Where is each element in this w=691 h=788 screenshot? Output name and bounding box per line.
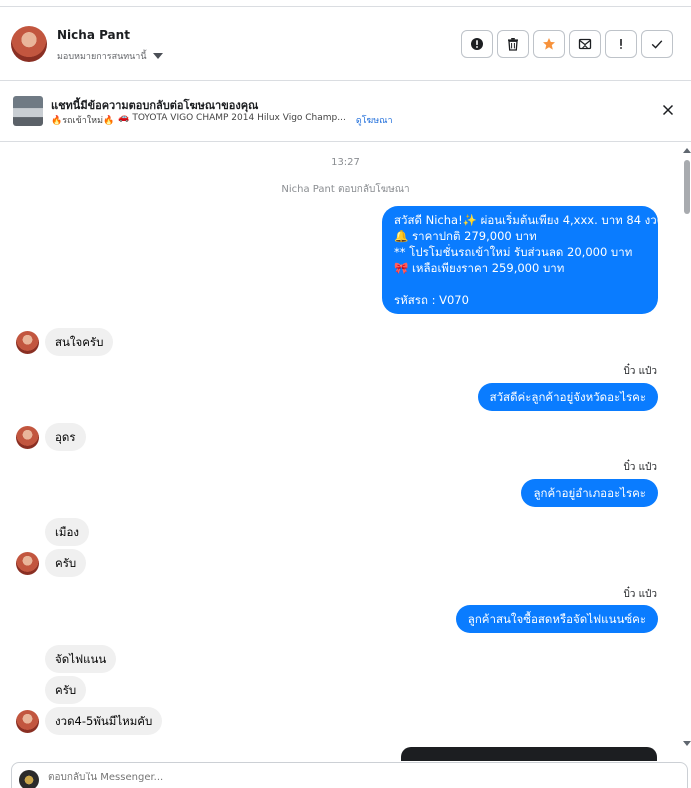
scroll-up-arrow-icon[interactable] xyxy=(683,148,691,153)
alert-circle-icon xyxy=(471,38,483,50)
star-button[interactable] xyxy=(533,30,565,58)
header-actions xyxy=(461,30,673,58)
agent-name: บิ๋ว แป๋ว xyxy=(623,462,657,473)
contact-name[interactable]: Nicha Pant xyxy=(57,28,130,42)
close-banner-button[interactable] xyxy=(659,101,677,119)
outgoing-message: ลูกค้าอยู่อำเภออะไรคะ xyxy=(521,479,658,507)
assign-label: มอบหมายการสนทนานี้ xyxy=(57,52,147,62)
scroll-down-arrow-icon[interactable] xyxy=(683,741,691,746)
ad-auto-message: สวัสดี Nicha!✨ ผ่อนเริ่มต้นเพียง 4,xxx. … xyxy=(382,206,665,314)
message-composer[interactable] xyxy=(11,762,688,788)
incoming-message: อุดร xyxy=(45,423,86,451)
ad-thumbnail[interactable] xyxy=(13,96,43,126)
contact-avatar-small xyxy=(16,331,39,354)
incoming-message: จัดไฟแนน xyxy=(45,645,117,673)
outgoing-message: ลูกค้าสนใจซื้อสดหรือจัดไฟแนนซ์คะ xyxy=(455,605,658,633)
ad-message-line: รหัสรถ : V070 xyxy=(394,293,469,307)
ad-message-line: 🎀 เหลือเพียงราคา 259,000 บาท xyxy=(394,261,565,275)
agent-name: บิ๋ว แป๋ว xyxy=(623,366,657,377)
reply-input[interactable] xyxy=(48,772,648,783)
mark-unread-button[interactable] xyxy=(569,30,601,58)
scrollbar[interactable] xyxy=(683,147,691,747)
ad-reply-note: Nicha Pant ตอบกลับโฆษณา xyxy=(281,184,410,195)
contact-avatar[interactable] xyxy=(11,26,47,62)
incoming-message: ครับ xyxy=(45,676,87,704)
contact-avatar-small xyxy=(16,426,39,449)
assign-conversation-dropdown[interactable]: มอบหมายการสนทนานี้ xyxy=(57,49,163,63)
incoming-message: สนใจครับ xyxy=(45,328,114,356)
view-ad-link[interactable]: ดูโฆษณา xyxy=(356,113,393,127)
close-icon xyxy=(662,104,674,116)
message-thread: 13:27 Nicha Pant ตอบกลับโฆษณา สวัสดี Nic… xyxy=(0,143,691,758)
ad-message-line: 🔔 ราคาปกติ 279,000 บาท xyxy=(394,229,537,243)
ad-message-line: สวัสดี Nicha!✨ ผ่อนเริ่มต้นเพียง 4,xxx. … xyxy=(394,213,665,227)
page-avatar xyxy=(19,770,39,788)
mark-done-button[interactable] xyxy=(641,30,673,58)
ad-reply-banner: แชทนี้มีข้อความตอบกลับต่อโฆษณาของคุณ 🔥รถ… xyxy=(0,82,691,142)
delete-button[interactable] xyxy=(497,30,529,58)
trash-icon xyxy=(508,38,518,51)
spam-button[interactable] xyxy=(461,30,493,58)
incoming-message: เมือง xyxy=(45,518,90,546)
agent-name: บิ๋ว แป๋ว xyxy=(623,589,657,600)
time-separator: 13:27 xyxy=(331,157,360,168)
scrollbar-thumb[interactable] xyxy=(684,160,690,214)
exclamation-icon xyxy=(620,39,622,49)
ad-message-spacer xyxy=(394,276,646,292)
contact-avatar-small xyxy=(16,552,39,575)
star-icon xyxy=(543,38,555,50)
caret-down-icon xyxy=(152,53,163,59)
incoming-message: งวด4-5พันมีไหมคับ xyxy=(45,707,163,735)
follow-up-button[interactable] xyxy=(605,30,637,58)
incoming-message: ครับ xyxy=(45,549,87,577)
outgoing-message: สวัสดีค่ะลูกค้าอยู่จังหวัดอะไรคะ xyxy=(477,383,658,411)
conversation-header: Nicha Pant มอบหมายการสนทนานี้ xyxy=(0,7,691,81)
ad-message-line: ** โปรโมชั่นรถเข้าใหม่ รับส่วนลด 20,000 … xyxy=(394,245,633,259)
ad-subtitle-text: 🚗 TOYOTA VIGO CHAMP 2014 Hilux Vigo Cham… xyxy=(118,113,346,123)
mark-unread-icon xyxy=(578,38,592,50)
check-icon xyxy=(651,40,663,49)
partially-visible-message xyxy=(401,747,657,761)
ad-banner-subtitle: 🔥รถเข้าใหม่🔥 🚗 TOYOTA VIGO CHAMP 2014 Hi… xyxy=(51,113,393,127)
contact-avatar-small xyxy=(16,710,39,733)
ad-banner-title: แชทนี้มีข้อความตอบกลับต่อโฆษณาของคุณ xyxy=(51,99,259,112)
ad-subtitle-tag: 🔥รถเข้าใหม่🔥 xyxy=(51,116,115,126)
